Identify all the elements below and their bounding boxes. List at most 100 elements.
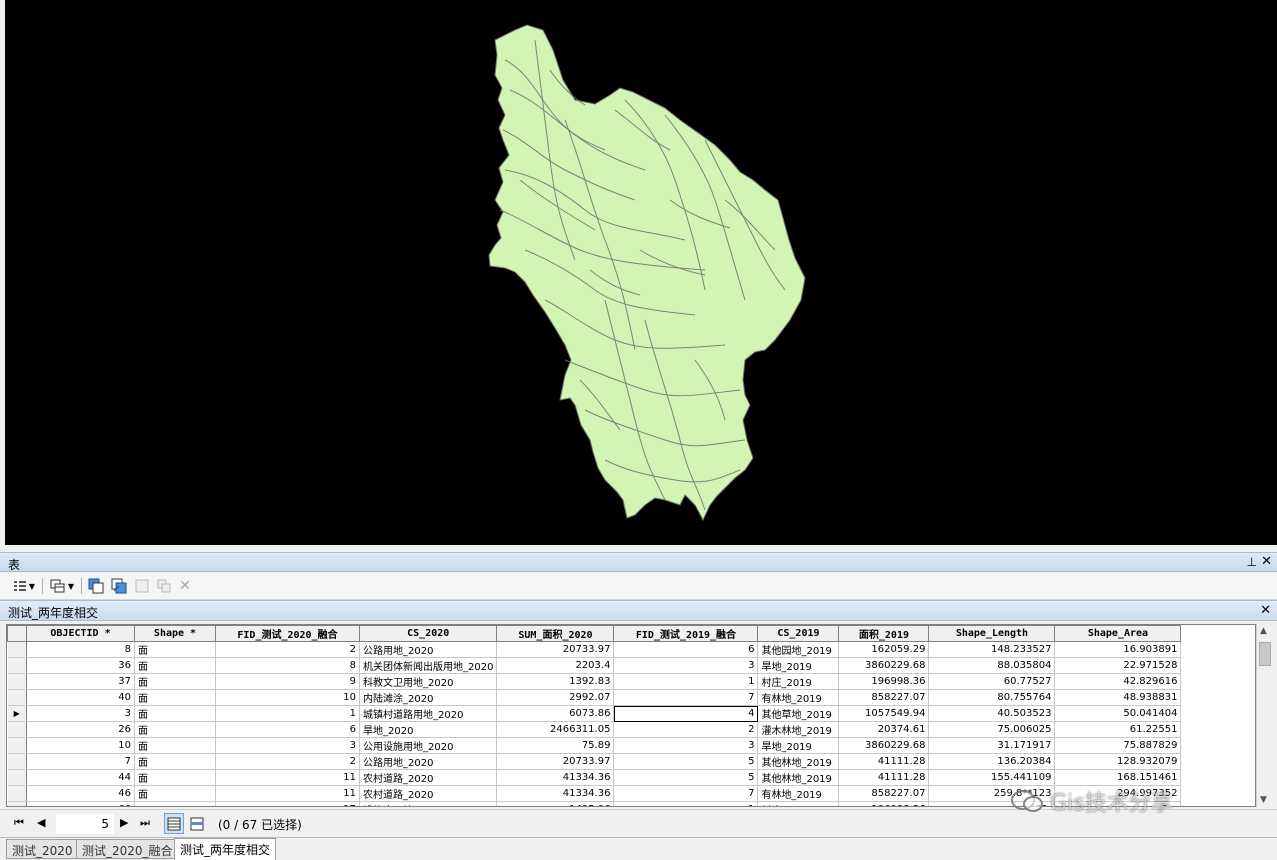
table-cell[interactable]: 灌木林地_2019 [757,721,840,738]
table-cell[interactable]: 面 [134,753,216,770]
table-cell[interactable]: 8 [215,657,360,674]
pin-icon[interactable]: ⊥ [1247,555,1257,569]
table-cell[interactable]: 155.441109 [928,769,1056,786]
table-cell[interactable]: 7 [613,689,759,706]
row-selector-header[interactable] [7,625,27,642]
table-cell[interactable]: 1 [613,673,759,690]
row-selector[interactable] [7,785,27,802]
previous-record-icon[interactable]: ◀ [37,816,45,829]
table-cell[interactable]: 面 [134,721,216,738]
table-row[interactable]: 46 面 11 农村道路_2020 41334.36 7 有林地_2019 858227.07… [7,785,1182,802]
row-selector[interactable] [7,721,27,738]
table-cell[interactable]: 有林地_2019 [757,689,840,706]
table-cell[interactable]: 2 [215,641,360,658]
table-cell[interactable]: 36 [26,657,135,674]
row-selector[interactable] [7,673,27,690]
map-canvas[interactable] [5,0,1277,545]
delete-selected-button[interactable]: ✕ [178,577,192,595]
row-selector[interactable] [7,641,27,658]
table-row[interactable]: 37 面 9 科教文卫用地_2020 1392.83 1 村庄_2019 196998.36 6… [7,673,1182,690]
table-cell[interactable]: 50.041404 [1054,705,1182,722]
table-cell[interactable]: 其他草地_2019 [757,705,840,722]
table-cell[interactable]: 162059.29 [838,641,930,658]
table-cell[interactable]: 7 [26,753,135,770]
column-header[interactable]: SUM_面积_2020 [496,625,615,642]
table-cell[interactable]: 城镇村道路用地_2020 [359,705,498,722]
table-cell[interactable]: 3 [613,657,759,674]
table-cell[interactable]: 46 [26,785,135,802]
table-cell[interactable]: 10 [26,737,135,754]
table-cell[interactable]: 面 [134,785,216,802]
row-selector[interactable] [7,689,27,706]
table-cell[interactable]: 60.77527 [928,673,1056,690]
table-cell[interactable]: 48.938831 [1054,689,1182,706]
select-by-attributes-button[interactable] [87,577,105,595]
column-header[interactable]: FID_测试_2020_融合 [215,625,360,642]
table-cell[interactable]: 66 [26,801,135,806]
table-cell[interactable]: 1 [215,705,360,722]
table-cell[interactable]: 88.035804 [928,657,1056,674]
table-cell[interactable]: 41111.28 [838,769,930,786]
table-cell[interactable]: 41334.36 [496,769,615,786]
table-cell[interactable]: 2466311.05 [496,721,615,738]
table-cell[interactable]: 面 [134,657,216,674]
row-selector[interactable] [7,737,27,754]
table-cell[interactable]: 面 [134,641,216,658]
table-cell[interactable]: 17 [215,801,360,806]
table-cell[interactable]: 128.932079 [1054,753,1182,770]
column-header[interactable]: CS_2019 [757,625,840,642]
table-options-button[interactable]: ▼ [10,577,38,595]
table-cell[interactable]: 3860229.68 [838,737,930,754]
map-view[interactable] [5,0,1277,545]
table-cell[interactable]: 面 [134,737,216,754]
table-cell[interactable]: 2992.07 [496,689,615,706]
table-cell[interactable]: 6 [613,641,759,658]
table-tab[interactable]: 测试_2020 [6,839,79,859]
next-record-icon[interactable]: ▶ [120,816,128,829]
related-tables-button[interactable]: ▼ [48,577,76,595]
table-cell[interactable]: 75.89 [496,737,615,754]
table-cell[interactable]: 科教文卫用地_2020 [359,673,498,690]
table-cell[interactable]: 75.006025 [928,721,1056,738]
row-selector[interactable] [7,753,27,770]
table-cell[interactable]: 42.829616 [1054,673,1182,690]
scroll-thumb[interactable] [1259,642,1271,666]
land-use-polygon[interactable] [488,24,806,522]
table-cell[interactable]: 41111.28 [838,753,930,770]
table-cell[interactable]: 村庄_2019 [757,673,840,690]
table-cell[interactable]: 11 [215,785,360,802]
table-row[interactable]: 36 面 8 机关团体新闻出版用地_2020 2203.4 3 旱地_2019 3860229… [7,657,1182,674]
zoom-to-selected-button[interactable] [156,577,172,595]
table-cell[interactable]: 旱地_2019 [757,657,840,674]
column-header[interactable]: Shape * [134,625,216,642]
table-cell[interactable]: 2203.4 [496,657,615,674]
table-cell[interactable]: 3860229.68 [838,657,930,674]
table-cell[interactable]: 2 [215,753,360,770]
record-number-input[interactable] [56,814,114,834]
table-cell[interactable]: 其他林地_2019 [757,753,840,770]
table-cell[interactable]: 农村道路_2020 [359,785,498,802]
table-cell[interactable]: 196998.36 [838,801,930,806]
table-cell[interactable]: 面 [134,673,216,690]
show-selected-records-button[interactable] [187,813,207,834]
table-cell[interactable]: 1392.83 [496,673,615,690]
table-cell[interactable]: 有林地_2019 [757,785,840,802]
table-cell[interactable]: 6073.86 [496,705,615,722]
table-cell[interactable]: 3 [26,705,135,722]
table-cell[interactable]: 136.20384 [928,753,1056,770]
table-row[interactable]: 7 面 2 公路用地_2020 20733.97 5 其他林地_2019 41111.28 13… [7,753,1182,770]
column-header[interactable]: Shape_Length [928,625,1056,642]
row-selector[interactable]: ▶ [7,705,27,722]
close-icon[interactable]: ✕ [1260,603,1271,618]
column-header[interactable]: Shape_Area [1054,625,1182,642]
table-cell[interactable]: 其他园地_2019 [757,641,840,658]
table-cell[interactable]: 面 [134,769,216,786]
table-cell[interactable]: 其他林地_2019 [757,769,840,786]
table-cell[interactable]: 858227.07 [838,689,930,706]
table-cell[interactable]: 40.503523 [928,705,1056,722]
table-cell[interactable]: 4 [613,705,759,722]
table-cell[interactable]: 148.233527 [928,641,1056,658]
table-tab[interactable]: 测试_2020_融合 [76,839,179,859]
table-row[interactable]: 10 面 3 公用设施用地_2020 75.89 3 旱地_2019 3860229.68 31… [7,737,1182,754]
table-row[interactable]: 8 面 2 公路用地_2020 20733.97 6 其他园地_2019 162059.29 1… [7,641,1182,658]
